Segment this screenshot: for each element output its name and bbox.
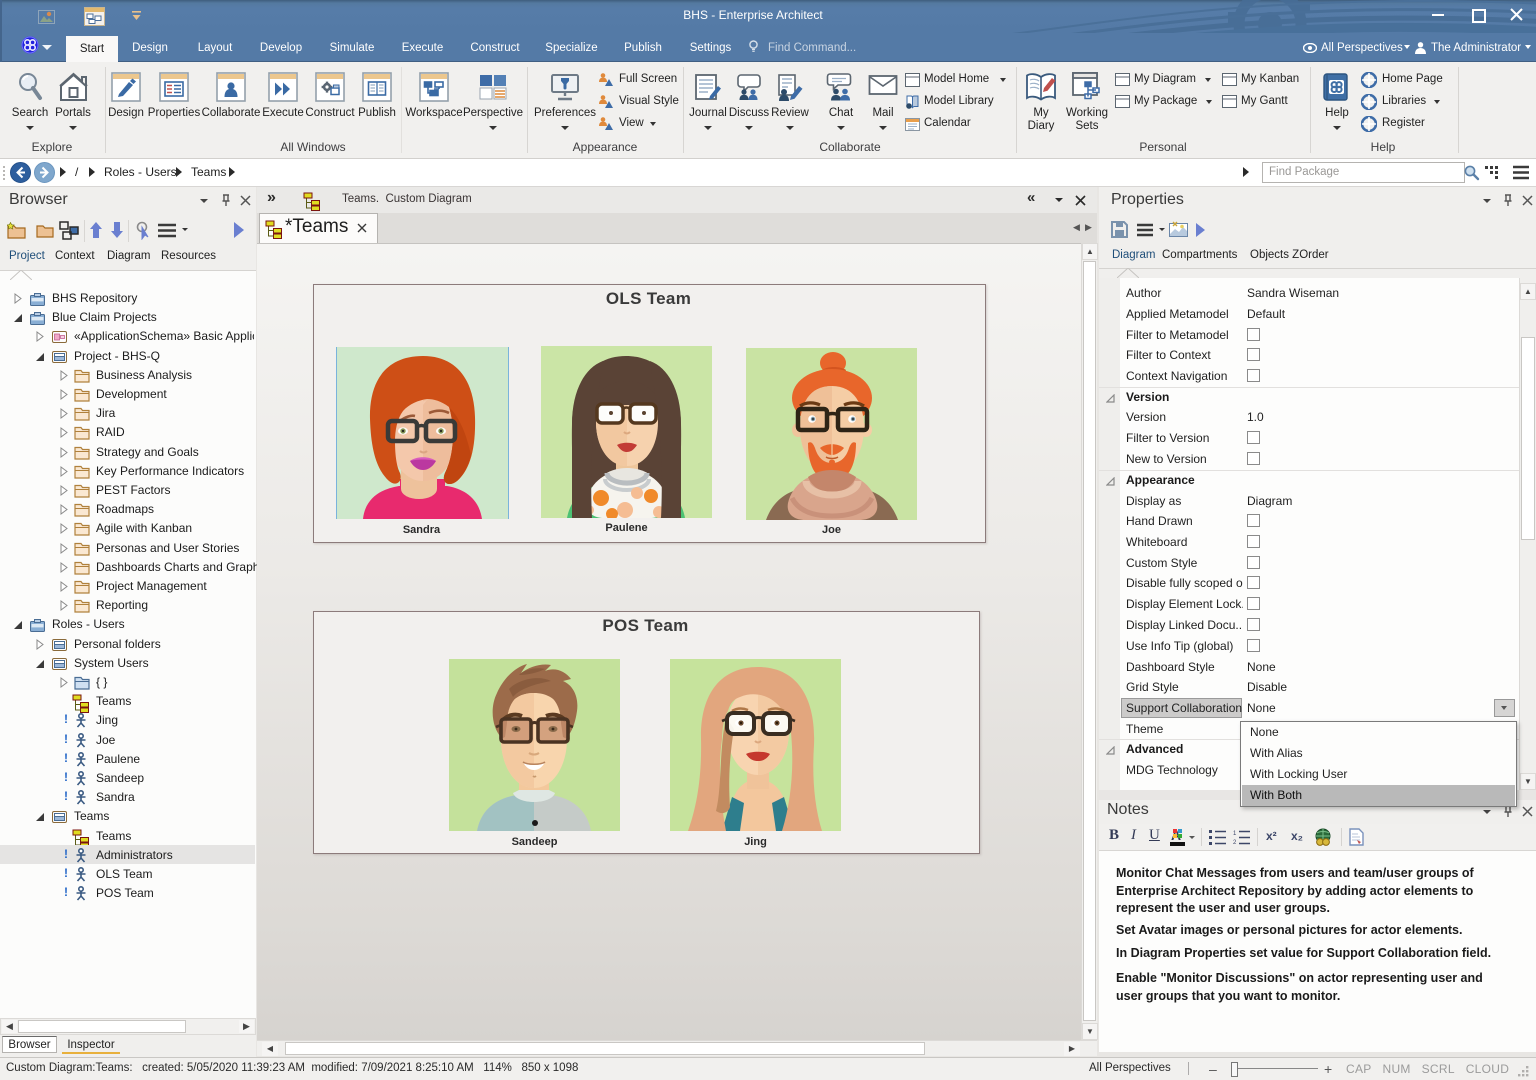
svg-text:2: 2 xyxy=(1233,840,1237,845)
svg-text:1: 1 xyxy=(1233,831,1237,837)
